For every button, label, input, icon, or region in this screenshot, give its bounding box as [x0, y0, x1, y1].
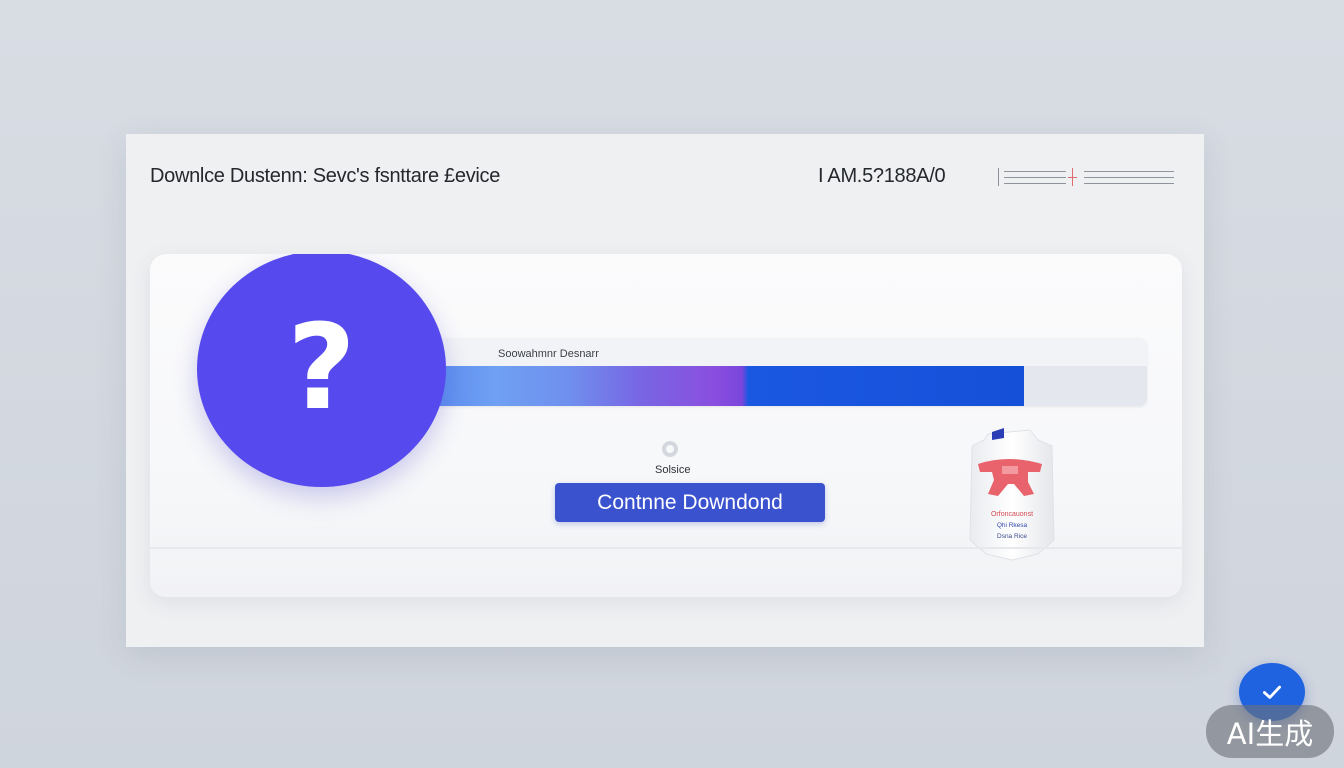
progress-track — [424, 366, 1147, 406]
line-decoration — [1004, 177, 1066, 178]
question-mark-icon: ? — [197, 254, 446, 487]
line-decoration — [1084, 177, 1174, 178]
line-decoration — [1084, 183, 1174, 184]
status-ring-icon — [662, 441, 678, 457]
package-text-2: Qhi Rkesa — [997, 522, 1028, 529]
checkmark-icon — [1263, 685, 1281, 699]
watermark-badge: AI生成 — [1206, 705, 1334, 758]
question-glyph: ? — [287, 298, 356, 436]
divider — [150, 547, 1182, 549]
status-label: Solsice — [655, 464, 691, 476]
package-text-1: Orfoncauonst — [991, 511, 1033, 518]
continue-download-button[interactable]: Contnne Downdond — [555, 483, 825, 522]
package-text-3: Dsna Rice — [997, 533, 1027, 540]
window-controls[interactable] — [998, 167, 1176, 187]
download-dialog: Downlce Dustenn: Sevc's fsnttare £evice … — [126, 134, 1204, 647]
package-bottle-icon: Orfoncauonst Qhi Rkesa Dsna Rice — [968, 424, 1056, 566]
window-title: Downlce Dustenn: Sevc's fsnttare £evice — [150, 165, 501, 187]
progress-label: Soowahmnr Desnarr — [498, 348, 599, 360]
download-progress: Soowahmnr Desnarr — [424, 338, 1147, 406]
line-decoration — [1004, 171, 1066, 172]
close-mark-line — [1068, 177, 1077, 178]
line-decoration — [1084, 171, 1174, 172]
download-card: Soowahmnr Desnarr ? Solsice Contnne Down… — [150, 254, 1182, 597]
time-readout: I AM.5?188A/0 — [818, 165, 946, 187]
progress-fill — [424, 366, 1025, 406]
line-decoration — [1004, 183, 1066, 184]
divider — [998, 168, 999, 186]
